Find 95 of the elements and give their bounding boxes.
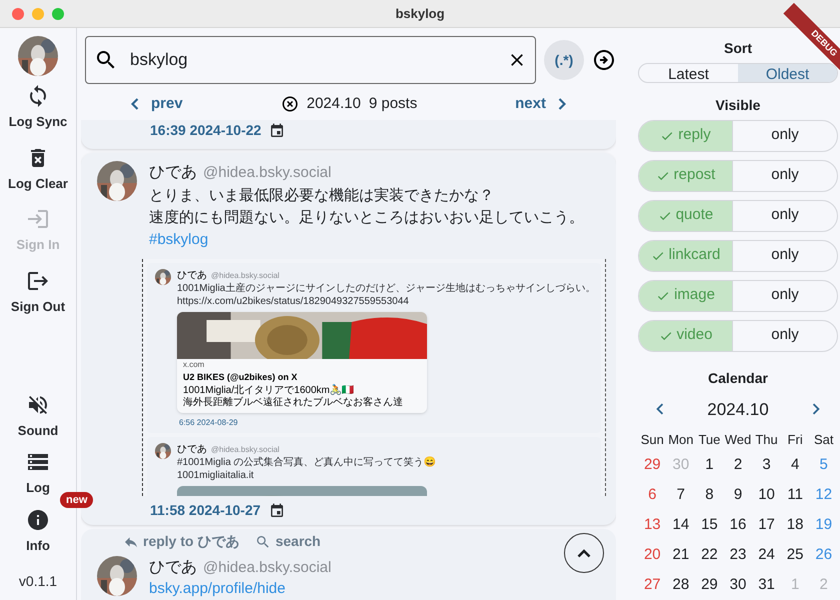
calendar-day[interactable]: 10 — [752, 480, 781, 510]
calendar-day[interactable]: 30 — [724, 570, 752, 600]
new-badge: new — [60, 492, 94, 508]
post-text: #1001Miglia の公式集合写真、ど真ん中に写ってて笑う😄 — [177, 456, 436, 468]
scroll-top-button[interactable] — [564, 533, 604, 573]
calendar-day[interactable]: 8 — [695, 480, 724, 510]
calendar-day[interactable]: 11 — [780, 480, 810, 510]
calendar-day[interactable]: 29 — [638, 450, 667, 480]
only-button[interactable]: only — [732, 240, 837, 270]
calendar-day[interactable]: 24 — [752, 540, 781, 570]
calendar-day[interactable]: 6 — [638, 480, 667, 510]
post-time[interactable]: 16:39 2024-10-22 — [150, 120, 262, 141]
calendar-day[interactable]: 13 — [638, 510, 667, 540]
visible-heading: Visible — [716, 96, 760, 114]
window-title: bskylog — [395, 4, 445, 23]
sidebar-item[interactable]: Sign Out — [10, 268, 66, 316]
post-count: 9 posts — [368, 94, 418, 114]
author-name: ひであ — [149, 558, 197, 578]
clear-month-icon[interactable] — [280, 95, 299, 113]
search-link[interactable]: search — [255, 531, 321, 552]
sidebar-item[interactable]: Sound — [18, 392, 58, 440]
search-field[interactable]: bskylog — [85, 36, 536, 84]
author-handle: @hidea.bsky.social — [203, 558, 332, 578]
weekday-label: Sat — [812, 431, 834, 449]
post-text: とりま、いま最低限必要な機能は実装できたかな？ — [149, 186, 495, 206]
calendar-day[interactable]: 17 — [752, 510, 781, 540]
author-handle: @hidea.bsky.social — [211, 444, 280, 456]
calendar-day[interactable]: 1 — [695, 450, 724, 480]
calendar-day[interactable]: 31 — [752, 570, 781, 600]
post-text: 1001Miglia土産のジャージにサインしたのだけど、ジャージ生地はむっちゃサインしづらい。 — [177, 282, 593, 295]
calendar-heading: Calendar — [708, 368, 768, 388]
sidebar-item[interactable]: Log — [26, 450, 50, 498]
only-button[interactable]: only — [732, 320, 837, 350]
author-name: ひであ — [177, 442, 207, 456]
prev-button[interactable]: prev — [131, 92, 183, 116]
sign-in-icon — [26, 207, 50, 231]
card-title: U2 BIKES (@u2bikes) on X — [183, 371, 298, 384]
weekday-label: Fri — [786, 431, 804, 449]
reply-to-link[interactable]: reply to ひであ — [123, 531, 240, 552]
weekday-label: Thu — [754, 431, 779, 449]
calendar-day[interactable]: 23 — [724, 540, 752, 570]
info-icon — [26, 508, 50, 532]
chevron-left-icon — [131, 98, 139, 110]
calendar-day[interactable]: 4 — [780, 450, 810, 480]
calendar-day[interactable]: 3 — [752, 450, 781, 480]
card-site: x.com — [183, 359, 206, 371]
calendar-day[interactable]: 22 — [695, 540, 724, 570]
sort-heading: Sort — [724, 39, 752, 58]
calendar-day[interactable]: 18 — [780, 510, 810, 540]
post-time: 6:56 2024-08-29 — [178, 416, 239, 428]
calendar-day[interactable]: 21 — [666, 540, 696, 570]
go-icon[interactable] — [592, 48, 616, 72]
author-handle: @hidea.bsky.social — [203, 163, 332, 183]
chevron-up-icon — [577, 548, 591, 558]
card-text: 海外長距離ブルベ遠征されたブルベなお客さん達 — [183, 396, 404, 408]
sidebar-item[interactable]: Log Sync — [8, 84, 68, 132]
chevron-right-icon — [558, 98, 566, 110]
only-button[interactable]: only — [732, 160, 837, 190]
calendar-day[interactable]: 15 — [695, 510, 724, 540]
calendar-day[interactable]: 28 — [666, 570, 696, 600]
author-name: ひであ — [177, 269, 207, 282]
calendar-day[interactable]: 16 — [724, 510, 752, 540]
month-filter: 2024.10 — [306, 94, 361, 114]
post-text: 速度的にも問題ない。足りないところはおいおい足していこう。 — [149, 208, 585, 228]
post-time[interactable]: 11:58 2024-10-27 — [150, 500, 261, 521]
calendar-month: 2024.10 — [707, 398, 769, 420]
post-text: https://x.com/u2bikes/status/1829049327559553044 — [177, 295, 410, 308]
calendar-day[interactable]: 27 — [638, 570, 667, 600]
only-button[interactable]: only — [732, 120, 837, 150]
calendar-day[interactable]: 2 — [724, 450, 752, 480]
calendar-day[interactable]: 9 — [724, 480, 752, 510]
author-name: ひであ — [149, 163, 197, 183]
calendar-icon[interactable] — [269, 122, 286, 138]
next-button[interactable]: next — [515, 92, 566, 116]
weekday-label: Sun — [640, 431, 665, 449]
sidebar-item[interactable]: Log Clear — [8, 146, 68, 193]
calendar-day[interactable]: 25 — [780, 540, 810, 570]
regex-toggle[interactable]: (.*) — [544, 40, 584, 80]
calendar-icon[interactable] — [268, 502, 285, 518]
card-text: 1001Miglia/北イタリアで1600km🚴🇮🇹 — [183, 384, 355, 396]
weekday-label: Wed — [724, 431, 752, 449]
author-handle: @hidea.bsky.social — [211, 270, 280, 282]
version-label: v0.1.1 — [18, 572, 58, 591]
sort-option[interactable]: Oldest — [738, 64, 837, 82]
weekday-label: Mon — [667, 431, 694, 449]
post-text: 1001migliaitalia.it — [177, 468, 255, 482]
only-button[interactable]: only — [732, 280, 837, 310]
weekday-label: Tue — [697, 431, 722, 449]
search-icon — [255, 534, 272, 550]
calendar-day[interactable]: 14 — [666, 510, 696, 540]
calendar-day[interactable]: 20 — [638, 540, 667, 570]
sort-option[interactable]: Latest — [639, 64, 738, 82]
only-button[interactable]: only — [732, 200, 837, 230]
calendar-day[interactable]: 29 — [695, 570, 724, 600]
calendar-day[interactable]: 7 — [666, 480, 696, 510]
